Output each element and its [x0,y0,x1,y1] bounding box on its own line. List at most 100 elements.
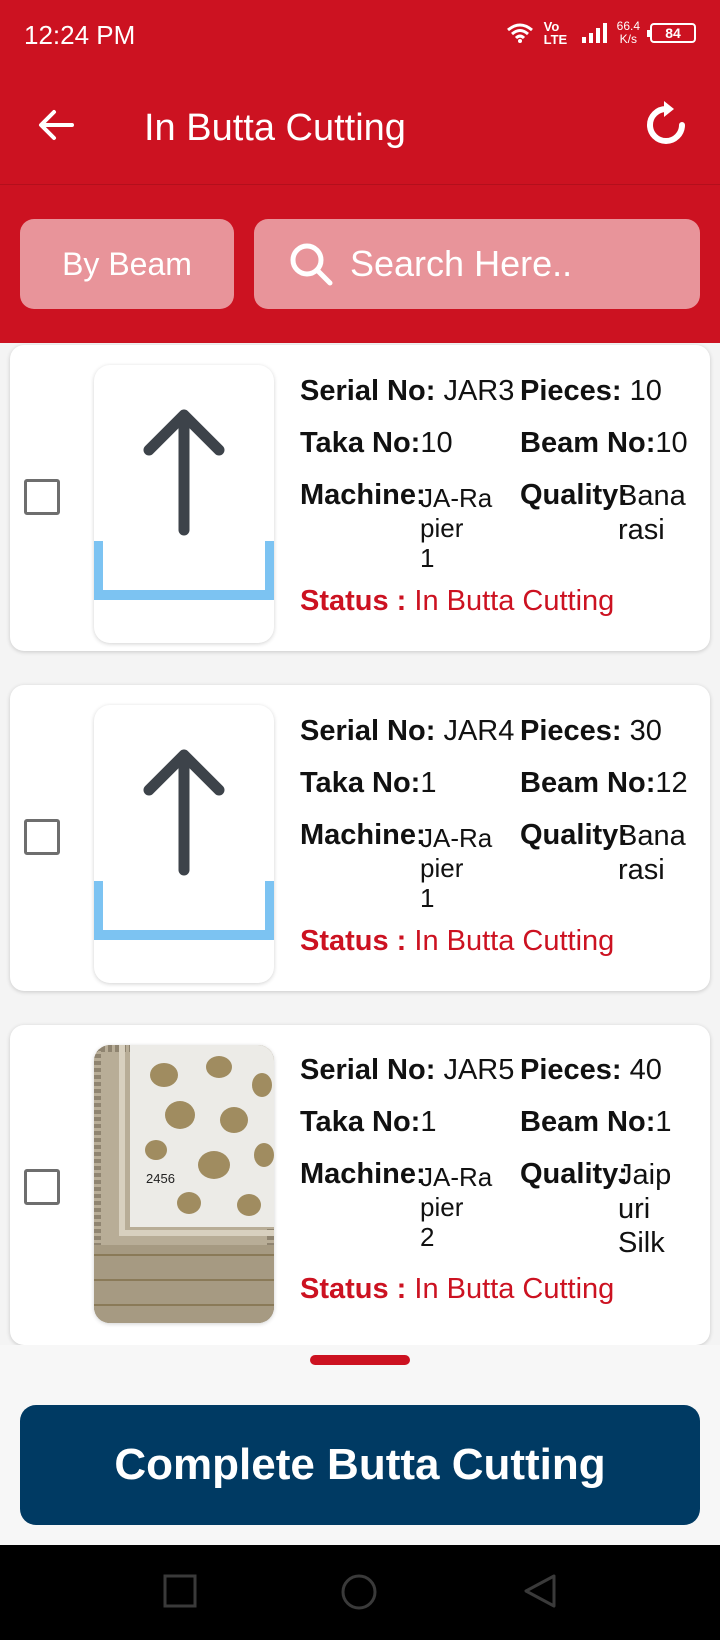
app-bar: In Butta Cutting [0,75,720,185]
pieces-field: Pieces: 40 [520,1054,662,1087]
quality-line: uri [618,1193,651,1225]
beam-no-field: Beam No:10 [520,427,688,460]
status-field: Status : In Butta Cutting [300,925,614,958]
recents-icon[interactable] [162,1573,198,1609]
status-label: Status : [300,585,407,617]
upload-image-placeholder[interactable] [94,365,274,643]
beam-no-label: Beam No: [520,1106,656,1138]
quality-line: Bana [618,820,686,852]
arrow-left-icon[interactable] [36,105,76,145]
upload-icon [94,409,274,600]
serial-no-value: JAR4 [443,715,515,747]
list-item[interactable]: Serial No: JAR4 Pieces: 30 Taka No:1 Bea… [10,685,710,991]
scroll-indicator [310,1355,410,1365]
by-beam-label: By Beam [62,245,192,282]
status-value: In Butta Cutting [414,1273,615,1305]
serial-no-label: Serial No: [300,1054,436,1086]
beam-no-label: Beam No: [520,427,656,459]
serial-no-field: Serial No: JAR4 [300,715,514,748]
machine-label: Machine: [300,1158,426,1191]
taka-no-value: 1 [420,1106,437,1138]
beam-no-value: 1 [655,1106,672,1138]
filter-bar: By Beam Search Here.. [0,185,720,343]
complete-butta-cutting-button[interactable]: Complete Butta Cutting [20,1405,700,1525]
battery-level: 84 [665,25,681,41]
list-item[interactable]: 2456 Serial No: JAR5 Pieces: 40 Taka No:… [10,1025,710,1345]
serial-no-label: Serial No: [300,375,436,407]
home-icon[interactable] [340,1573,378,1611]
status-label: Status : [300,1273,407,1305]
taka-no-value: 10 [420,427,453,459]
serial-no-value: JAR3 [443,375,515,407]
system-nav-bar [0,1545,720,1640]
quality-value: Bana rasi [618,819,686,887]
status-bar: 12:24 PM Vo LTE 66.4 K/s 84 [0,0,720,75]
beam-no-label: Beam No: [520,767,656,799]
beam-no-field: Beam No:1 [520,1106,672,1139]
taka-no-label: Taka No: [300,427,421,459]
battery-icon: 84 [647,23,696,43]
machine-line: JA-Ra [420,1162,493,1192]
pieces-field: Pieces: 10 [520,375,662,408]
machine-value: JA-Ra pier 2 [420,1162,492,1252]
quality-line: Jaip [618,1159,672,1191]
fabric-caption: 2456 [146,1171,175,1186]
item-checkbox[interactable] [24,1169,60,1205]
machine-label-text: Machine: [300,479,426,511]
machine-line: pier [420,513,464,543]
taka-no-field: Taka No:1 [300,767,436,800]
status-icons: Vo LTE 66.4 K/s 84 [506,20,696,46]
item-checkbox[interactable] [24,819,60,855]
quality-line: Bana [618,480,686,512]
by-beam-dropdown[interactable]: By Beam [20,219,234,309]
taka-no-field: Taka No:10 [300,427,453,460]
beam-no-value: 12 [655,767,688,799]
quality-label-text: Quality: [520,479,628,511]
machine-line: pier [420,853,464,883]
machine-label: Machine: [300,479,426,512]
search-icon [290,243,333,286]
machine-value: JA-Ra pier 1 [420,483,492,573]
complete-button-label: Complete Butta Cutting [114,1440,606,1489]
upload-icon [94,749,274,940]
quality-label-text: Quality: [520,819,628,851]
taka-no-field: Taka No:1 [300,1106,436,1139]
machine-label: Machine: [300,819,426,852]
list-item[interactable]: Serial No: JAR3 Pieces: 10 Taka No:10 Be… [10,345,710,651]
pieces-field: Pieces: 30 [520,715,662,748]
machine-line: pier [420,1192,464,1222]
serial-no-field: Serial No: JAR5 [300,1054,514,1087]
item-checkbox[interactable] [24,479,60,515]
page-title: In Butta Cutting [144,107,406,149]
back-nav-icon[interactable] [522,1573,558,1609]
quality-line: rasi [618,514,665,546]
quality-label-text: Quality: [520,1158,628,1190]
serial-no-label: Serial No: [300,715,436,747]
quality-label: Quality: [520,1158,628,1191]
machine-line: 1 [420,883,435,913]
quality-line: Silk [618,1227,665,1259]
taka-no-value: 1 [420,767,437,799]
pieces-label: Pieces: [520,375,622,407]
pieces-value: 10 [629,375,662,407]
serial-no-field: Serial No: JAR3 [300,375,514,408]
pieces-label: Pieces: [520,715,622,747]
machine-line: JA-Ra [420,823,493,853]
beam-no-value: 10 [655,427,688,459]
pieces-value: 40 [629,1054,662,1086]
pieces-value: 30 [629,715,662,747]
refresh-icon[interactable] [642,101,690,149]
machine-line: JA-Ra [420,483,493,513]
upload-image-placeholder[interactable] [94,705,274,983]
status-time: 12:24 PM [24,20,136,50]
speed-unit: K/s [619,32,637,46]
status-label: Status : [300,925,407,957]
serial-no-value: JAR5 [443,1054,515,1086]
fabric-image[interactable]: 2456 [94,1045,274,1323]
machine-label-text: Machine: [300,1158,426,1190]
status-field: Status : In Butta Cutting [300,1273,614,1306]
status-value: In Butta Cutting [414,925,615,957]
beam-no-field: Beam No:12 [520,767,688,800]
machine-line: 2 [420,1222,435,1252]
search-input[interactable]: Search Here.. [254,219,700,309]
